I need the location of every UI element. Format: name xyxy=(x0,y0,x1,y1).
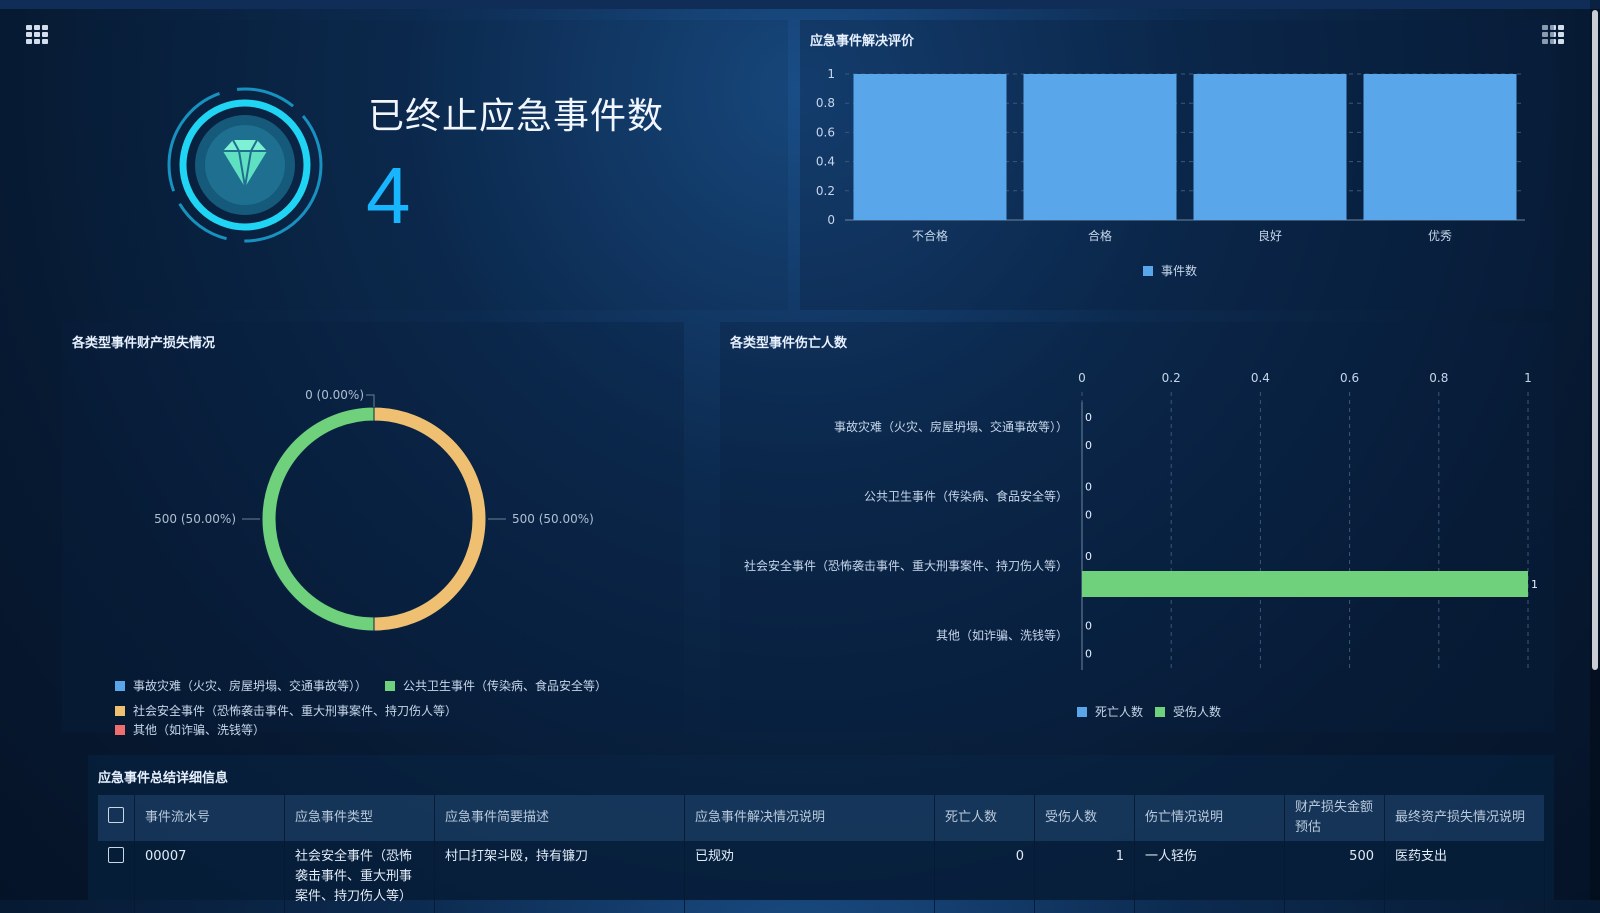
bar xyxy=(853,74,1007,220)
y-tick-label: 0 xyxy=(827,213,835,227)
cell-type: 社会安全事件（恐怖袭击事件、重大刑事案件、持刀伤人等） xyxy=(284,841,435,913)
legend-item[interactable]: 社会安全事件（恐怖袭击事件、重大刑事案件、持刀伤人等） xyxy=(115,702,457,720)
scrollbar-thumb[interactable] xyxy=(1592,10,1598,670)
x-tick-label: 优秀 xyxy=(1428,229,1452,243)
cell-deaths: 0 xyxy=(934,841,1035,913)
x-tick-label: 0 xyxy=(1078,371,1086,385)
summary-table: 事件流水号 应急事件类型 应急事件简要描述 应急事件解决情况说明 死亡人数 受伤… xyxy=(98,795,1545,913)
y-tick-label: 0.6 xyxy=(816,125,835,139)
donut-legend: 事故灾难（火灾、房屋坍塌、交通事故等）） 公共卫生事件（传染病、食品安全等） 社会安… xyxy=(115,677,635,740)
x-tick-label: 良好 xyxy=(1258,228,1282,243)
summary-table-panel: 应急事件总结详细信息 事件流水号 应急事件类型 应急事件简要描述 应急事件解决情… xyxy=(88,755,1554,913)
slice-label: 0 (0.00%) xyxy=(305,388,364,402)
legend-item[interactable]: 其他（如诈骗、洗钱等） xyxy=(115,721,265,739)
legend-swatch xyxy=(1155,707,1165,717)
label-leader xyxy=(366,394,375,407)
y-tick-label: 1 xyxy=(827,67,835,81)
data-label: 0 xyxy=(1085,481,1092,494)
y-tick-label: 0.2 xyxy=(816,184,835,198)
legend-label: 其他（如诈骗、洗钱等） xyxy=(133,723,266,737)
legend-label: 事故灾难（火灾、房屋坍塌、交通事故等）） xyxy=(133,679,368,693)
bar xyxy=(1193,74,1347,220)
legend-label: 社会安全事件（恐怖袭击事件、重大刑事案件、持刀伤人等） xyxy=(133,704,458,718)
legend-label: 公共卫生事件（传染病、食品安全等） xyxy=(403,679,608,693)
bar xyxy=(1082,571,1528,597)
diamond-icon xyxy=(167,87,323,243)
slice-label: 500 (50.00%) xyxy=(154,512,236,526)
col-header-casualty-note[interactable]: 伤亡情况说明 xyxy=(1134,795,1285,841)
x-tick-label: 0.4 xyxy=(1251,371,1270,385)
bar xyxy=(1023,74,1177,220)
data-label: 0 xyxy=(1085,648,1092,661)
legend-label: 事件数 xyxy=(1161,263,1197,278)
col-header-resolution[interactable]: 应急事件解决情况说明 xyxy=(684,795,935,841)
legend-item[interactable]: 公共卫生事件（传染病、食品安全等） xyxy=(385,677,607,695)
data-label: 0 xyxy=(1085,411,1092,424)
y-tick-label: 公共卫生事件（传染病、食品安全等） xyxy=(864,488,1068,503)
col-header-injuries[interactable]: 受伤人数 xyxy=(1034,795,1135,841)
legend-swatch xyxy=(1143,266,1153,276)
table-title: 应急事件总结详细信息 xyxy=(98,771,229,786)
legend-swatch xyxy=(385,681,396,691)
col-header-deaths[interactable]: 死亡人数 xyxy=(934,795,1035,841)
kpi-value: 4 xyxy=(366,151,411,240)
y-tick-label: 0.4 xyxy=(816,155,835,169)
x-tick-label: 0.6 xyxy=(1340,371,1359,385)
legend-swatch xyxy=(1077,707,1087,717)
cell-desc: 村口打架斗殴，持有镰刀 xyxy=(434,841,685,913)
cell-casualty-note: 一人轻伤 xyxy=(1134,841,1285,913)
y-tick-label: 其他（如诈骗、洗钱等） xyxy=(936,627,1068,642)
cell-injuries: 1 xyxy=(1034,841,1135,913)
x-tick-label: 不合格 xyxy=(912,228,948,243)
bar xyxy=(1363,74,1517,220)
y-tick-label: 0.8 xyxy=(816,96,835,110)
row-select-cell xyxy=(98,841,135,913)
col-header-loss[interactable]: 财产损失金额预估 xyxy=(1284,795,1385,841)
col-header-type[interactable]: 应急事件类型 xyxy=(284,795,435,841)
legend-swatch xyxy=(115,706,125,716)
x-tick-label: 1 xyxy=(1524,371,1532,385)
legend-label: 死亡人数 xyxy=(1095,704,1143,719)
data-label: 1 xyxy=(1531,578,1538,591)
legend-swatch xyxy=(115,681,125,691)
evaluation-bar-chart: 0 0.2 0.4 0.6 0.8 1 不合格 合格 良好 优秀事件数 xyxy=(816,67,1525,278)
cell-loss: 500 xyxy=(1284,841,1385,913)
data-label: 0 xyxy=(1085,620,1092,633)
y-tick-label: 社会安全事件（恐怖袭击事件、重大刑事案件、持刀伤人等） xyxy=(744,558,1068,573)
casualty-hbar-chart: 0 0.2 0.4 0.6 0.8 1 事故灾难（火灾、房屋坍塌、交通事故等）） 0 0 公共卫生… xyxy=(744,371,1538,719)
x-tick-label: 合格 xyxy=(1088,228,1112,243)
col-header-final-note[interactable]: 最终资产损失情况说明 xyxy=(1384,795,1545,841)
legend-item[interactable]: 事故灾难（火灾、房屋坍塌、交通事故等）） xyxy=(115,677,367,695)
table-header-row: 事件流水号 应急事件类型 应急事件简要描述 应急事件解决情况说明 死亡人数 受伤… xyxy=(98,795,1545,841)
col-header-desc[interactable]: 应急事件简要描述 xyxy=(434,795,685,841)
donut-slice xyxy=(373,406,487,632)
table-row[interactable]: 00007 社会安全事件（恐怖袭击事件、重大刑事案件、持刀伤人等） 村口打架斗殴… xyxy=(98,841,1545,913)
y-tick-label: 事故灾难（火灾、房屋坍塌、交通事故等）） xyxy=(834,419,1068,434)
page-scrollbar[interactable] xyxy=(1590,0,1600,900)
data-label: 0 xyxy=(1085,509,1092,522)
property-loss-donut-chart: 500 (50.00%) 500 (50.00%) 0 (0.00%) xyxy=(154,388,594,632)
data-label: 0 xyxy=(1085,550,1092,563)
top-bar xyxy=(0,0,1600,9)
legend-swatch xyxy=(115,725,125,735)
kpi-title: 已终止应急事件数 xyxy=(368,96,665,137)
cell-resolution: 已规劝 xyxy=(684,841,935,913)
stage-light-left-icon xyxy=(26,25,48,44)
donut-slice xyxy=(261,406,375,632)
cell-final-note: 医药支出 xyxy=(1384,841,1545,913)
x-tick-label: 0.8 xyxy=(1429,371,1448,385)
select-all-cell xyxy=(98,795,135,841)
cell-id: 00007 xyxy=(134,841,285,913)
x-tick-label: 0.2 xyxy=(1162,371,1181,385)
select-all-checkbox[interactable] xyxy=(108,806,124,823)
legend-label: 受伤人数 xyxy=(1173,704,1221,719)
data-label: 0 xyxy=(1085,439,1092,452)
row-checkbox[interactable] xyxy=(108,847,124,863)
col-header-id[interactable]: 事件流水号 xyxy=(134,795,285,841)
slice-label: 500 (50.00%) xyxy=(512,512,594,526)
